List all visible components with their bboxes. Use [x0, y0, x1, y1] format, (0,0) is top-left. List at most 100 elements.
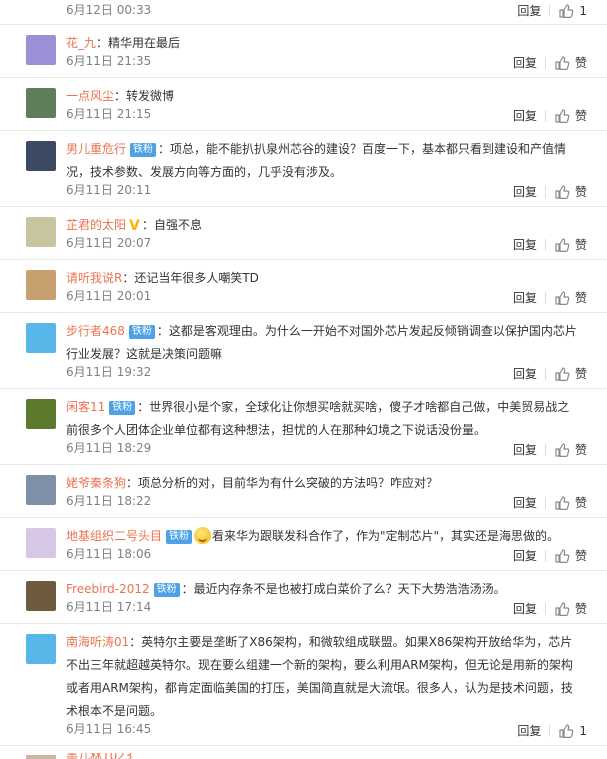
- comment-actions: 回复 1: [517, 722, 587, 739]
- divider: [549, 724, 551, 737]
- avatar[interactable]: [26, 88, 56, 118]
- comment-time: 6月11日 21:15: [66, 107, 152, 121]
- avatar[interactable]: [26, 581, 56, 611]
- like-button[interactable]: 赞: [554, 183, 587, 200]
- avatar[interactable]: [26, 141, 56, 171]
- like-button[interactable]: 赞: [554, 107, 587, 124]
- verified-v-icon: V: [129, 218, 140, 234]
- comment-time: 6月12日 00:33: [66, 3, 152, 17]
- comment-item: 男儿重危行 铁粉 ：项总，能不能扒扒泉州芯谷的建设？百度一下，基本都只看到建设和产值…: [0, 131, 607, 207]
- like-button[interactable]: 赞: [554, 600, 587, 617]
- avatar[interactable]: [26, 217, 56, 247]
- reply-button[interactable]: 回复: [513, 365, 537, 382]
- divider: [549, 4, 551, 17]
- like-button[interactable]: 赞: [554, 289, 587, 306]
- reply-button[interactable]: 回复: [513, 289, 537, 306]
- comment-time: 6月11日 18:06: [66, 547, 152, 561]
- avatar[interactable]: [26, 270, 56, 300]
- like-count: 1: [579, 3, 587, 18]
- thumbs-up-icon: [555, 442, 570, 457]
- commenter-name[interactable]: 墨儿林1023: [66, 753, 146, 759]
- comment-text: ：转发微博: [114, 89, 175, 103]
- avatar[interactable]: [26, 323, 56, 353]
- divider: [544, 185, 546, 198]
- reply-button[interactable]: 回复: [513, 494, 537, 511]
- avatar[interactable]: [26, 35, 56, 65]
- commenter-name[interactable]: 一点风尘: [66, 89, 114, 103]
- reply-button[interactable]: 回复: [513, 547, 537, 564]
- comment-time: 6月11日 18:22: [66, 494, 152, 508]
- reply-button[interactable]: 回复: [513, 441, 537, 458]
- comment-actions: 回复 赞: [513, 494, 587, 511]
- comment-content: 南海听涛01：英特尔主要是垄断了X86架构，和微软组成联盟。如果X86架构开放给…: [66, 631, 579, 723]
- comment-actions: 回复 赞: [513, 54, 587, 71]
- avatar[interactable]: [26, 755, 56, 759]
- comment-actions: 回复 1: [517, 2, 587, 19]
- comment-text: ：世界很小是个家，全球化让你想买啥就买啥，傻子才啥都自己做，中美贸易战之前很多个…: [66, 400, 570, 437]
- comment-item: 步行者468 铁粉 ：这都是客观理由。为什么一开始不对国外芯片发起反倾销调查以保护国…: [0, 313, 607, 389]
- reply-button[interactable]: 回复: [513, 183, 537, 200]
- thumbs-up-icon: [555, 237, 570, 252]
- thumbs-up-icon: [555, 290, 570, 305]
- comment-item: 地基组织二号头目 铁粉 看来华为跟联发科合作了，作为"定制芯片"，其实还是海思做的。…: [0, 518, 607, 571]
- like-button[interactable]: 1: [558, 723, 587, 739]
- thumbs-up-icon: [559, 3, 574, 18]
- comment-text: ：还记当年很多人嘲笑TD: [122, 271, 259, 285]
- like-button[interactable]: 赞: [554, 236, 587, 253]
- comment-time: 6月11日 18:29: [66, 441, 152, 455]
- comment-text: ：项总分析的对，目前华为有什么突破的方法吗？咋应对？: [126, 476, 439, 490]
- like-button[interactable]: 1: [558, 3, 587, 19]
- avatar[interactable]: [26, 528, 56, 558]
- comment-actions: 回复 赞: [513, 441, 587, 458]
- divider: [544, 109, 546, 122]
- commenter-name[interactable]: 地基组织二号头目: [66, 529, 162, 543]
- comment-time: 6月11日 20:11: [66, 183, 152, 197]
- commenter-name[interactable]: Freebird-2012: [66, 582, 150, 596]
- reply-button[interactable]: 回复: [517, 2, 541, 19]
- like-button[interactable]: 赞: [554, 441, 587, 458]
- avatar[interactable]: [26, 475, 56, 505]
- reply-button[interactable]: 回复: [517, 722, 541, 739]
- fan-badge: 铁粉: [130, 143, 157, 157]
- comment-time: 6月11日 16:45: [66, 722, 152, 736]
- comment-text: 看来华为跟联发科合作了，作为"定制芯片"，其实还是海思做的。: [212, 529, 560, 543]
- reply-button[interactable]: 回复: [513, 54, 537, 71]
- divider: [544, 602, 546, 615]
- like-button[interactable]: 赞: [554, 494, 587, 511]
- commenter-name[interactable]: 姥爷秦条狗: [66, 476, 126, 490]
- like-label: 赞: [574, 109, 587, 123]
- reply-button[interactable]: 回复: [513, 600, 537, 617]
- divider: [544, 443, 546, 456]
- reply-button[interactable]: 回复: [513, 107, 537, 124]
- avatar[interactable]: [26, 634, 56, 664]
- like-label: 赞: [574, 602, 587, 616]
- comment-text: ：英特尔主要是垄断了X86架构，和微软组成联盟。如果X86架构开放给华为，芯片不…: [66, 635, 573, 718]
- like-button[interactable]: 赞: [554, 365, 587, 382]
- thumbs-up-icon: [559, 723, 574, 738]
- comment-time: 6月11日 17:14: [66, 600, 152, 614]
- commenter-name[interactable]: 步行者468: [66, 324, 125, 338]
- like-button[interactable]: 赞: [554, 54, 587, 71]
- reply-button[interactable]: 回复: [513, 236, 537, 253]
- comment-actions: 回复 赞: [513, 547, 587, 564]
- commenter-name[interactable]: 男儿重危行: [66, 142, 126, 156]
- comment-item: 花_九：精华用在最后 6月11日 21:35 回复 赞: [0, 25, 607, 78]
- smile-emoji-icon: [194, 527, 212, 544]
- thumbs-up-icon: [555, 495, 570, 510]
- fan-badge: 铁粉: [109, 401, 136, 415]
- divider: [544, 549, 546, 562]
- commenter-name[interactable]: 花_九: [66, 36, 96, 50]
- commenter-name[interactable]: 芷君的太阳: [66, 218, 126, 232]
- comment-item: 闲客11 铁粉 ：世界很小是个家，全球化让你想买啥就买啥，傻子才啥都自己做，中美贸易…: [0, 389, 607, 465]
- comment-actions: 回复 赞: [513, 289, 587, 306]
- like-button[interactable]: 赞: [554, 547, 587, 564]
- comment-item: Freebird-2012 铁粉 ：最近内存条不是也被打成白菜价了么？天下大势浩浩汤…: [0, 571, 607, 624]
- avatar[interactable]: [26, 399, 56, 429]
- commenter-name[interactable]: 闲客11: [66, 400, 105, 414]
- comment-time: 6月11日 19:32: [66, 365, 152, 379]
- commenter-name[interactable]: 南海听涛01: [66, 635, 129, 649]
- divider: [544, 238, 546, 251]
- commenter-name[interactable]: 请听我说R: [66, 271, 122, 285]
- divider: [544, 291, 546, 304]
- thumbs-up-icon: [555, 184, 570, 199]
